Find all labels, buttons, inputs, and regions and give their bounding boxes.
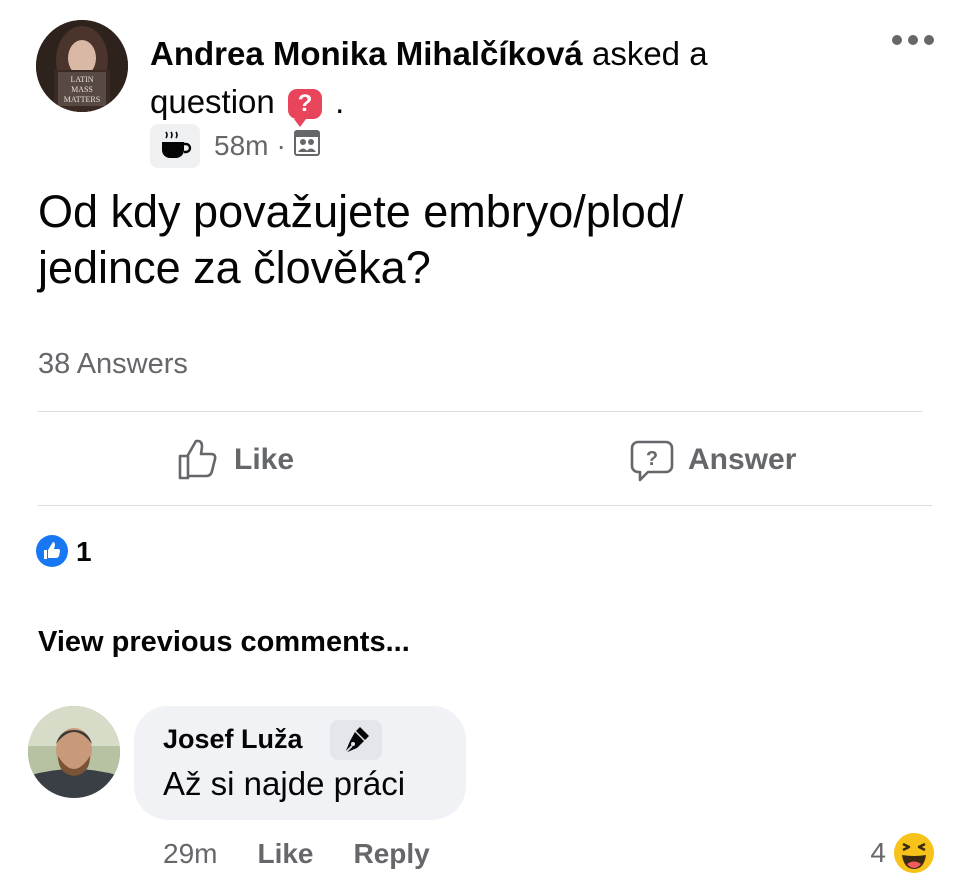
question-text: Od kdy považujete embryo/plod/ jedince z… bbox=[38, 184, 918, 296]
svg-text:LATIN: LATIN bbox=[70, 75, 93, 84]
divider bbox=[38, 505, 932, 506]
reaction-count[interactable]: 1 bbox=[76, 535, 92, 569]
answer-label: Answer bbox=[688, 443, 797, 476]
meta-separator: · bbox=[276, 130, 286, 161]
comment-reply-button[interactable]: Reply bbox=[354, 838, 430, 870]
answer-question-icon: ? bbox=[630, 440, 674, 482]
view-previous-comments-link[interactable]: View previous comments... bbox=[38, 626, 410, 659]
svg-text:MATTERS: MATTERS bbox=[64, 95, 100, 104]
divider bbox=[38, 411, 922, 412]
post-header: Andrea Monika Mihalčíková asked a questi… bbox=[150, 30, 850, 128]
haha-reaction-icon bbox=[894, 833, 934, 873]
commenter-name[interactable]: Josef Luža bbox=[163, 724, 303, 755]
comment-reaction-count: 4 bbox=[870, 837, 886, 868]
answer-button[interactable]: ? Answer bbox=[630, 432, 796, 488]
question-line: Od kdy považujete embryo/plod/ bbox=[38, 186, 684, 237]
like-button[interactable]: Like bbox=[176, 432, 294, 488]
author-name[interactable]: Andrea Monika Mihalčíková bbox=[150, 35, 583, 72]
answers-count[interactable]: 38 Answers bbox=[38, 348, 188, 381]
comment-text: Až si najde práci bbox=[163, 765, 406, 802]
comment-like-button[interactable]: Like bbox=[257, 838, 313, 870]
action-text-question: question bbox=[150, 83, 275, 120]
action-suffix: . bbox=[335, 83, 345, 120]
comment-reactions[interactable]: 4 bbox=[870, 830, 934, 876]
post-time[interactable]: 58m bbox=[214, 130, 268, 162]
coffee-cup-icon[interactable] bbox=[150, 124, 200, 168]
audience-group-icon[interactable] bbox=[293, 129, 320, 163]
pen-nib-icon[interactable] bbox=[330, 720, 382, 760]
svg-text:?: ? bbox=[646, 448, 658, 470]
like-label: Like bbox=[234, 443, 295, 476]
comment-actions: 29m Like Reply bbox=[163, 834, 470, 874]
svg-text:MASS: MASS bbox=[71, 85, 93, 94]
commenter-avatar-image bbox=[28, 706, 120, 798]
question-line: jedince za člověka? bbox=[38, 242, 431, 293]
more-options-icon[interactable] bbox=[892, 30, 934, 50]
action-text: asked a bbox=[591, 35, 708, 72]
post-meta: 58m · bbox=[150, 124, 320, 168]
like-reaction-icon[interactable] bbox=[36, 535, 68, 567]
author-avatar[interactable]: LATIN MASS MATTERS bbox=[36, 20, 128, 112]
thumbs-up-icon bbox=[178, 439, 217, 480]
commenter-avatar[interactable] bbox=[28, 706, 120, 798]
comment-time[interactable]: 29m bbox=[163, 838, 217, 870]
question-badge-icon: ? bbox=[287, 89, 322, 128]
author-avatar-image: LATIN MASS MATTERS bbox=[36, 20, 128, 112]
